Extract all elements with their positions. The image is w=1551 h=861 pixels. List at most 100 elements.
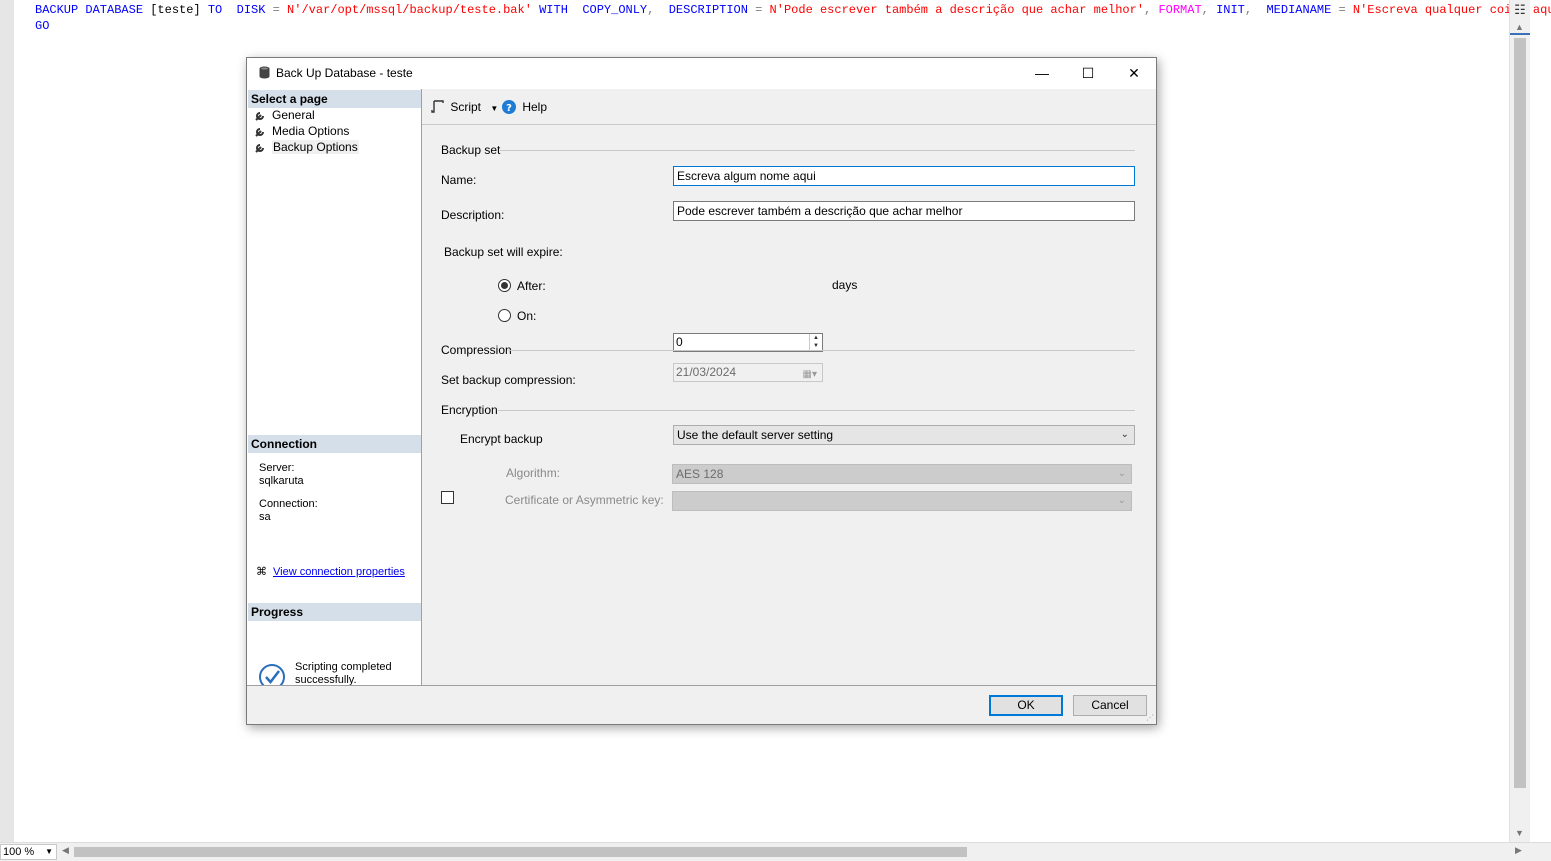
stepper-arrows-icon[interactable]: ▲ ▼ (809, 334, 822, 351)
wrench-icon (255, 128, 264, 137)
help-icon: ? (502, 100, 516, 114)
group-divider (508, 350, 1135, 351)
encrypt-backup-checkbox[interactable] (441, 491, 454, 504)
after-radio[interactable] (498, 279, 511, 292)
encrypt-backup-label: Encrypt backup (460, 432, 543, 446)
compression-value: Use the default server setting (677, 428, 834, 442)
code-token: GO (35, 19, 50, 33)
algorithm-label: Algorithm: (506, 466, 561, 480)
backup-set-group-label: Backup set (441, 143, 501, 157)
page-item-label: Backup Options (272, 140, 359, 154)
on-radio[interactable] (498, 309, 511, 322)
dialog-toolbar: Script ▼ ? Help (422, 89, 1156, 125)
chevron-down-icon: ⌄ (1117, 495, 1126, 506)
description-input[interactable]: Pode escrever também a descrição que ach… (673, 201, 1135, 221)
vertical-scrollbar[interactable]: ☷ ▲ ▼ (1509, 0, 1530, 842)
close-button[interactable]: ✕ (1111, 58, 1157, 88)
help-label: Help (522, 100, 548, 114)
editor-gutter (0, 0, 14, 842)
connection-value: sa (259, 511, 271, 523)
compression-select[interactable]: Use the default server setting ⌄ (673, 425, 1135, 445)
page-item-backup-options[interactable]: Backup Options (255, 140, 359, 155)
code-token: BACKUP DATABASE (35, 3, 151, 17)
connection-header: Connection (248, 435, 421, 453)
minimize-button[interactable]: — (1019, 58, 1065, 88)
days-label: days (832, 278, 858, 292)
left-pane: Select a page General Media Options Back… (247, 89, 422, 690)
scroll-right-icon[interactable]: ▶ (1515, 845, 1522, 856)
dialog-title: Back Up Database - teste (276, 66, 413, 80)
code-token: , (1244, 3, 1267, 17)
split-indicator (1510, 33, 1530, 35)
backup-options-page: Backup set Name: Escreva algum nome aqui… (422, 125, 1156, 685)
certificate-select[interactable]: ⌄ (672, 491, 1132, 511)
help-button[interactable]: ? Help (502, 99, 547, 115)
code-token: = (1338, 3, 1346, 17)
chevron-down-icon: ⌄ (1120, 429, 1129, 440)
code-token: , (1144, 3, 1159, 17)
svg-text:?: ? (506, 103, 512, 114)
database-icon (259, 66, 270, 79)
horizontal-scrollbar[interactable]: 100 % ▼ ◀ ▶ (0, 842, 1551, 861)
cancel-button[interactable]: Cancel (1073, 695, 1147, 716)
name-input[interactable]: Escreva algum nome aqui (673, 166, 1135, 186)
dialog-titlebar[interactable]: Back Up Database - teste — ☐ ✕ (247, 58, 1156, 89)
after-days-value: 0 (676, 335, 683, 349)
code-token: N'/var/opt/mssql/backup/teste.bak' (279, 3, 532, 17)
select-page-header: Select a page (248, 90, 421, 108)
code-token: N'Pode escrever também a descrição que a… (762, 3, 1145, 17)
sql-code[interactable]: BACKUP DATABASE [teste] TO DISK = N'/var… (35, 2, 1551, 34)
wrench-icon (255, 112, 264, 121)
horizontal-scroll-thumb[interactable] (74, 847, 967, 857)
zoom-select[interactable]: 100 % ▼ (0, 844, 57, 860)
code-token: = (272, 3, 280, 17)
calendar-icon: ▦▾ (802, 369, 817, 380)
code-token: , (1201, 3, 1217, 17)
dialog-button-bar: OK Cancel ⋰ (247, 685, 1156, 724)
code-token: FORMAT (1158, 3, 1202, 17)
algorithm-combobox[interactable]: AES 128 ⌄ (672, 464, 1132, 484)
script-button[interactable]: Script ▼ (431, 99, 498, 117)
page-item-label: General (272, 108, 315, 122)
server-label: Server: (259, 462, 295, 474)
connection-label: Connection: (259, 498, 318, 510)
chevron-down-icon[interactable]: ▼ (490, 104, 498, 113)
maximize-button[interactable]: ☐ (1065, 58, 1111, 88)
group-divider (498, 410, 1135, 411)
code-token: INIT (1216, 3, 1245, 17)
expiry-date-value: 21/03/2024 (676, 365, 737, 379)
split-icon[interactable]: ☷ (1513, 2, 1527, 18)
scroll-left-icon[interactable]: ◀ (62, 845, 69, 856)
on-label: On: (517, 309, 537, 323)
backup-database-dialog: Back Up Database - teste — ☐ ✕ Select a … (246, 57, 1157, 725)
resize-grip-icon[interactable]: ⋰ (1146, 713, 1154, 722)
zoom-value: 100 % (3, 846, 35, 858)
code-token: MEDIANAME (1266, 3, 1339, 17)
vertical-scroll-thumb[interactable] (1514, 38, 1526, 788)
algorithm-value: AES 128 (676, 467, 724, 481)
page-item-label: Media Options (272, 124, 350, 138)
scroll-up-icon[interactable]: ▲ (1515, 22, 1524, 32)
group-divider (500, 150, 1135, 151)
scroll-down-icon[interactable]: ▼ (1515, 828, 1524, 838)
page-item-general[interactable]: General (255, 108, 315, 123)
view-connection-properties: ⌘ View connection properties (256, 565, 405, 578)
code-token: [teste] (150, 3, 201, 17)
chevron-down-icon: ▼ (45, 847, 53, 856)
wrench-icon (255, 144, 264, 153)
expire-label: Backup set will expire: (444, 245, 563, 259)
ok-button[interactable]: OK (989, 695, 1063, 716)
set-compression-label: Set backup compression: (441, 373, 576, 387)
progress-status: Scripting completed successfully. (295, 661, 392, 687)
expiry-date-picker[interactable]: 21/03/2024 ▦▾ (673, 363, 823, 382)
code-token: WITH COPY_ONLY (531, 3, 648, 17)
progress-header: Progress (248, 603, 421, 621)
view-connection-properties-link[interactable]: View connection properties (273, 566, 405, 578)
description-label: Description: (441, 208, 505, 222)
chevron-down-icon: ⌄ (1117, 468, 1126, 479)
server-value: sqlkaruta (259, 475, 304, 487)
connection-plug-icon: ⌘ (256, 566, 267, 578)
code-token: TO DISK (200, 3, 273, 17)
page-item-media-options[interactable]: Media Options (255, 124, 349, 139)
progress-text-line: Scripting completed (295, 661, 392, 673)
